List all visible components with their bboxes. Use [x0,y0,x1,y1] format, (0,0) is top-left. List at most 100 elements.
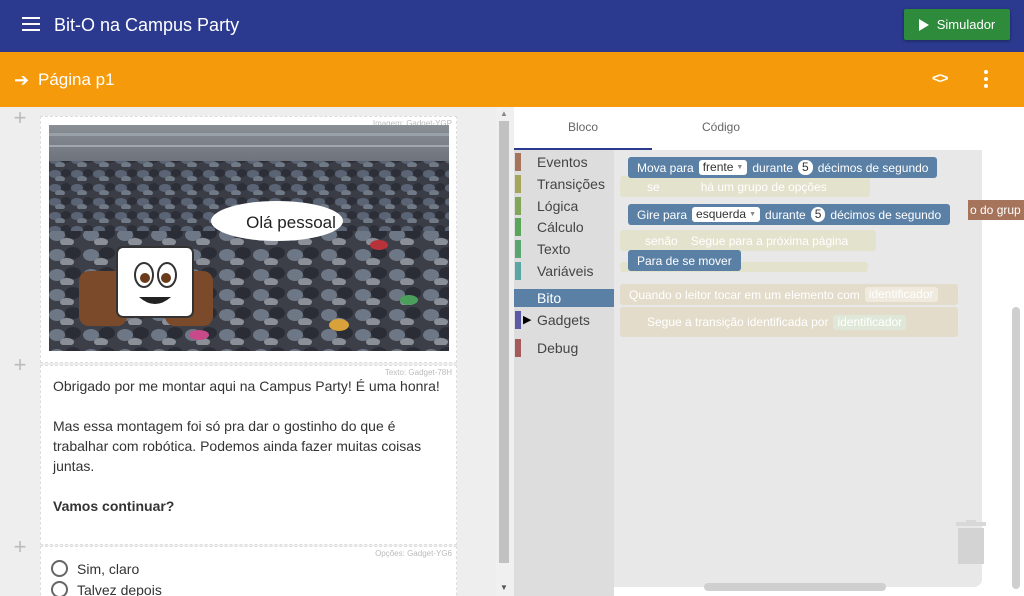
category-swatch [515,289,521,307]
dropdown-value: frente [702,160,734,174]
category-logica[interactable]: Lógica [514,197,614,215]
block-text: Mova para [637,160,694,175]
block-text: décimos de segundo [830,207,942,222]
page-scrollbar[interactable]: ▲ ▼ [496,107,514,596]
direction-dropdown[interactable]: esquerda ▼ [692,207,761,222]
block-text: Gire para [637,207,688,222]
ghost-if-block: se há um grupo de opções [620,176,870,197]
page-bar: ➔ Página p1 <> [0,52,1024,107]
add-gadget-icon[interactable]: + [11,354,29,376]
app-bar: Bit-O na Campus Party Simulador [0,0,1024,52]
option-label: Sim, claro [77,560,140,577]
text-paragraph: Obrigado por me montar aqui na Campus Pa… [53,378,440,394]
text-gadget[interactable]: Texto: Gadget-78H Obrigado por me montar… [40,365,457,545]
block-text: se [647,179,660,194]
more-vert-icon[interactable] [980,70,992,90]
tab-bloco[interactable]: Bloco [568,120,598,134]
ghost-field: identificador [833,314,907,330]
block-text: Segue a transição identificada por [647,315,829,329]
code-icon[interactable]: <> [932,70,949,87]
category-label: Eventos [537,154,588,170]
text-paragraph: Mas essa montagem foi só pra dar o gosti… [53,418,422,474]
category-transicoes[interactable]: Transições [514,175,614,193]
add-gadget-icon[interactable]: + [11,536,29,558]
move-block[interactable]: Mova para frente ▼ durante 5 décimos de s… [628,157,938,178]
category-gadgets[interactable]: ▶ Gadgets [514,311,614,329]
stop-block[interactable]: Para de se mover [628,250,741,271]
block-workspace[interactable]: se há um grupo de opções senão Segue par… [614,150,982,587]
direction-dropdown[interactable]: frente ▼ [698,160,748,175]
category-variaveis[interactable]: Variáveis [514,262,614,280]
ghost-field: identificador [864,287,938,302]
block-toolbox: Eventos Transições Lógica Cálculo Texto … [514,150,614,596]
page-canvas: + Imagem: Gadget-YGP Olá pessoal + Texto… [0,107,496,596]
event-block-peek[interactable]: o do grup [968,200,1024,220]
category-label: Gadgets [537,312,590,328]
category-swatch [515,311,521,329]
category-debug[interactable]: Debug [514,339,614,357]
editor-tabs: Bloco Código [514,107,1024,150]
category-swatch [515,175,521,193]
category-swatch [515,153,521,171]
category-label: Lógica [537,198,579,214]
block-text: décimos de segundo [817,160,929,175]
radio-button[interactable] [51,581,68,596]
ghost-event-block: Quando o leitor tocar em um elemento com… [620,284,958,305]
category-texto[interactable]: Texto [514,240,614,258]
trash-icon[interactable] [954,520,988,566]
duration-field[interactable]: 5 [810,207,826,222]
scroll-up-icon[interactable]: ▲ [500,109,508,118]
workspace-vertical-scrollbar[interactable] [1012,307,1020,589]
block-text: Para de se mover [637,253,732,268]
image-gadget[interactable]: Imagem: Gadget-YGP Olá pessoal [40,116,457,363]
speech-bubble-text: Olá pessoal [246,213,336,232]
ghost-transition-block: Segue a transição identificada por ident… [620,307,958,337]
gadget-tag: Opções: Gadget-YG6 [375,549,452,558]
category-label: Transições [537,176,605,192]
category-label: Debug [537,340,579,356]
option-label: Talvez depois [77,581,162,596]
turn-block[interactable]: Gire para esquerda ▼ durante 5 décimos de… [628,204,951,225]
expand-arrow-icon[interactable]: ▶ [523,313,531,326]
radio-button[interactable] [51,560,68,577]
options-gadget[interactable]: Opções: Gadget-YG6 Sim, claro Talvez dep… [40,546,457,596]
block-text: Segue para a próxima página [690,233,849,248]
page-title: Página p1 [38,70,115,89]
category-swatch [515,240,521,258]
category-swatch [515,262,521,280]
category-bito[interactable]: Bito [514,289,614,307]
scroll-down-icon[interactable]: ▼ [500,583,508,592]
text-paragraph: Vamos continuar? [53,498,175,514]
block-text: durante [765,207,806,222]
block-editor: Bloco Código Eventos Transições Lógica C… [514,107,1024,596]
category-swatch [515,218,521,236]
category-label: Bito [537,290,562,306]
category-eventos[interactable]: Eventos [514,153,614,171]
app-title: Bit-O na Campus Party [54,15,240,35]
block-text: Quando o leitor tocar em um elemento com [629,287,860,302]
block-text: há um grupo de opções [700,179,827,194]
caret-down-icon: ▼ [749,211,757,218]
simulate-button[interactable]: Simulador [904,9,1010,40]
campus-party-image [49,125,449,351]
text-content: Obrigado por me montar aqui na Campus Pa… [53,376,443,536]
block-text: durante [752,160,794,175]
add-gadget-icon[interactable]: + [11,107,29,129]
play-icon [918,18,929,31]
arrow-right-icon[interactable]: ➔ [14,70,29,91]
tab-codigo[interactable]: Código [702,120,740,134]
scrollbar-thumb[interactable] [499,121,509,563]
category-label: Variáveis [537,263,594,279]
caret-down-icon: ▼ [736,164,744,171]
block-text: senão [645,233,678,248]
category-swatch [515,339,521,357]
category-swatch [515,197,521,215]
menu-icon[interactable] [22,17,40,31]
category-label: Cálculo [537,219,584,235]
category-calculo[interactable]: Cálculo [514,218,614,236]
simulate-label: Simulador [936,17,996,32]
option-item[interactable]: Sim, claro [51,560,139,577]
workspace-horizontal-scrollbar[interactable] [704,583,886,591]
option-item[interactable]: Talvez depois [51,581,162,596]
duration-field[interactable]: 5 [798,160,813,175]
